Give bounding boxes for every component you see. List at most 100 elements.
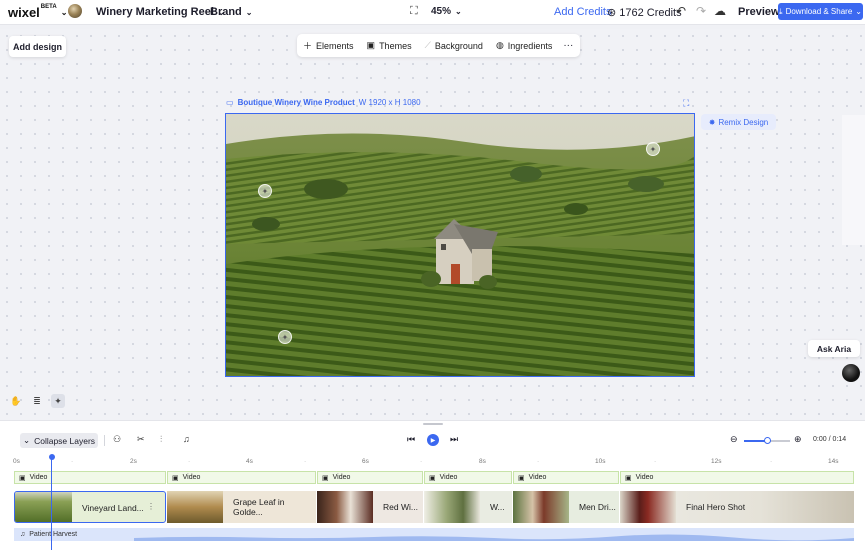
audio-track[interactable]: ♫ Patient Harvest bbox=[14, 528, 854, 541]
video-segment[interactable]: ▣ Video bbox=[513, 471, 619, 484]
canvas-frame[interactable]: ✦ ✦ ✦ bbox=[225, 113, 695, 377]
ingredients-label: Ingredients bbox=[507, 40, 553, 51]
undo-icon[interactable]: ↶ bbox=[676, 4, 686, 18]
ruler-tick: 10s bbox=[595, 458, 606, 465]
video-track: ▣ Video ▣ Video ▣ Video ▣ Video ▣ Video ▣ Vide… bbox=[14, 471, 854, 484]
clip-final-hero[interactable]: Final Hero Shot bbox=[620, 491, 854, 523]
collapse-layers-button[interactable]: ⌄ Collapse Layers bbox=[20, 433, 98, 448]
add-design-button[interactable]: Add design bbox=[9, 36, 66, 57]
hand-icon[interactable]: ✋ bbox=[9, 394, 23, 408]
resize-handle[interactable] bbox=[423, 423, 443, 425]
remix-design-button[interactable]: ✸ Remix Design bbox=[701, 114, 776, 130]
credits-counter[interactable]: ⊛ 1762 Credits bbox=[607, 6, 682, 20]
right-panel-strip bbox=[842, 115, 865, 245]
aria-avatar-icon[interactable] bbox=[842, 364, 860, 382]
sparkle-icon[interactable]: ✦ bbox=[278, 330, 292, 344]
clip-wine-tasting[interactable]: W... bbox=[424, 491, 512, 523]
layers-icon[interactable]: ≣ bbox=[30, 394, 44, 408]
ruler-tick: 12s bbox=[711, 458, 722, 465]
clip-thumbnail bbox=[424, 491, 480, 523]
ingredients-icon: ◍ bbox=[495, 40, 504, 50]
top-bar: wixel BETA ⌄ Winery Marketing Reel ⌄ Bran… bbox=[0, 0, 865, 25]
download-share-button[interactable]: ⤓ Download & Share ⌄ bbox=[778, 3, 863, 20]
project-name-dropdown[interactable]: Winery Marketing Reel ⌄ bbox=[96, 6, 225, 18]
canvas-label: ▭ Boutique Winery Wine Product W 1920 x … bbox=[226, 98, 421, 107]
expand-icon[interactable]: ⛶ bbox=[683, 98, 689, 109]
video-segment[interactable]: ▣ Video bbox=[167, 471, 316, 484]
video-segment[interactable]: ▣ Video bbox=[317, 471, 423, 484]
collapse-layers-label: Collapse Layers bbox=[34, 435, 96, 446]
add-credits-link[interactable]: Add Credits bbox=[554, 6, 611, 18]
clip-vineyard[interactable]: Vineyard Land... ⋮ bbox=[14, 491, 166, 523]
themes-button[interactable]: ▣ Themes bbox=[367, 40, 412, 51]
clip-label: W... bbox=[490, 502, 505, 512]
music-note-icon[interactable]: ♫ bbox=[183, 434, 190, 444]
remix-label: Remix Design bbox=[718, 117, 769, 127]
ruler-tick: 14s bbox=[828, 458, 839, 465]
clip-label: Men Dri... bbox=[579, 502, 616, 512]
video-segment[interactable]: ▣ Video bbox=[424, 471, 512, 484]
playhead[interactable] bbox=[48, 454, 55, 550]
video-icon: ▣ bbox=[625, 474, 632, 482]
clip-track: Vineyard Land... ⋮ Grape Leaf in Golde..… bbox=[14, 491, 854, 523]
preview-button[interactable]: Preview bbox=[738, 6, 780, 18]
ruler-tick: 4s bbox=[246, 458, 253, 465]
more-options-button[interactable]: ··· bbox=[563, 40, 573, 51]
playhead-handle[interactable] bbox=[48, 454, 55, 460]
themes-label: Themes bbox=[379, 40, 412, 51]
video-segment-label: Video bbox=[635, 474, 654, 481]
clip-men-drinking[interactable]: Men Dri... bbox=[513, 491, 619, 523]
sparkle-icon[interactable]: ✦ bbox=[258, 184, 272, 198]
fit-screen-icon[interactable]: ⛶ bbox=[410, 5, 418, 18]
plus-icon: ＋ bbox=[303, 41, 313, 51]
elements-button[interactable]: ＋ Elements bbox=[303, 39, 354, 52]
clip-thumbnail bbox=[167, 491, 223, 523]
zoom-in-icon[interactable]: ⊕ bbox=[794, 434, 802, 445]
audio-waveform bbox=[134, 534, 854, 541]
time-ruler[interactable]: 0s · 2s · 4s · 6s · 8s · 10s · 12s · 14s bbox=[0, 455, 865, 467]
sparkle-icon[interactable]: ✦ bbox=[51, 394, 65, 408]
timeline-panel: ⌄ Collapse Layers ⚇ ✂ ⫶ ♫ ⏮ ▶ ⏭ ⊖ ⊕ 0:00… bbox=[0, 420, 865, 550]
chevron-down-icon: ⌄ bbox=[455, 7, 462, 16]
vineyard-image bbox=[226, 114, 694, 376]
skip-forward-icon[interactable]: ⏭ bbox=[450, 434, 458, 445]
ruler-minor-tick: · bbox=[420, 458, 423, 465]
sparkle-icon[interactable]: ✦ bbox=[646, 142, 660, 156]
zoom-dropdown[interactable]: 45% ⌄ bbox=[431, 6, 462, 17]
effects-icon[interactable]: ⚇ bbox=[113, 434, 121, 445]
timecode: 0:00 / 0:14 bbox=[813, 436, 847, 443]
ingredients-button[interactable]: ◍ Ingredients bbox=[496, 40, 552, 51]
themes-icon: ▣ bbox=[366, 40, 376, 50]
canvas-name[interactable]: Boutique Winery Wine Product bbox=[238, 98, 355, 107]
clip-label: Grape Leaf in Golde... bbox=[233, 497, 285, 517]
brand-dropdown[interactable]: Brand ⌄ bbox=[210, 6, 252, 18]
scissors-icon[interactable]: ✂ bbox=[137, 434, 145, 445]
ruler-minor-tick: · bbox=[304, 458, 307, 465]
video-segment[interactable]: ▣ Video bbox=[14, 471, 166, 484]
zoom-out-icon[interactable]: ⊖ bbox=[730, 434, 738, 445]
background-icon: ⟋ bbox=[424, 40, 431, 50]
clip-grape-leaf[interactable]: Grape Leaf in Golde... bbox=[167, 491, 316, 523]
timeline-zoom-slider[interactable] bbox=[744, 437, 790, 444]
play-button[interactable]: ▶ bbox=[427, 434, 439, 446]
skip-back-icon[interactable]: ⏮ bbox=[407, 434, 415, 445]
app-logo[interactable]: wixel BETA ⌄ bbox=[8, 4, 67, 20]
video-icon: ▭ bbox=[226, 98, 234, 107]
video-icon: ▣ bbox=[172, 474, 179, 482]
clip-label: Red Wi... bbox=[383, 502, 418, 512]
audio-wave-icon[interactable]: ⫶ bbox=[160, 434, 162, 445]
redo-icon[interactable]: ↷ bbox=[696, 4, 706, 18]
cloud-icon[interactable]: ☁ bbox=[714, 4, 726, 18]
video-icon: ▣ bbox=[19, 474, 26, 482]
ruler-minor-tick: · bbox=[188, 458, 191, 465]
video-segment[interactable]: ▣ Video bbox=[620, 471, 854, 484]
logo-text: wixel bbox=[8, 5, 40, 20]
kebab-menu-icon[interactable]: ⋮ bbox=[147, 502, 155, 511]
background-button[interactable]: ⟋ Background bbox=[425, 40, 483, 51]
slider-knob[interactable] bbox=[764, 437, 771, 444]
brand-label: Brand bbox=[210, 6, 242, 18]
ask-aria-button[interactable]: Ask Aria bbox=[808, 340, 860, 357]
ruler-tick: 0s bbox=[13, 458, 20, 465]
clip-red-wine[interactable]: Red Wi... bbox=[317, 491, 423, 523]
avatar[interactable] bbox=[68, 4, 82, 18]
